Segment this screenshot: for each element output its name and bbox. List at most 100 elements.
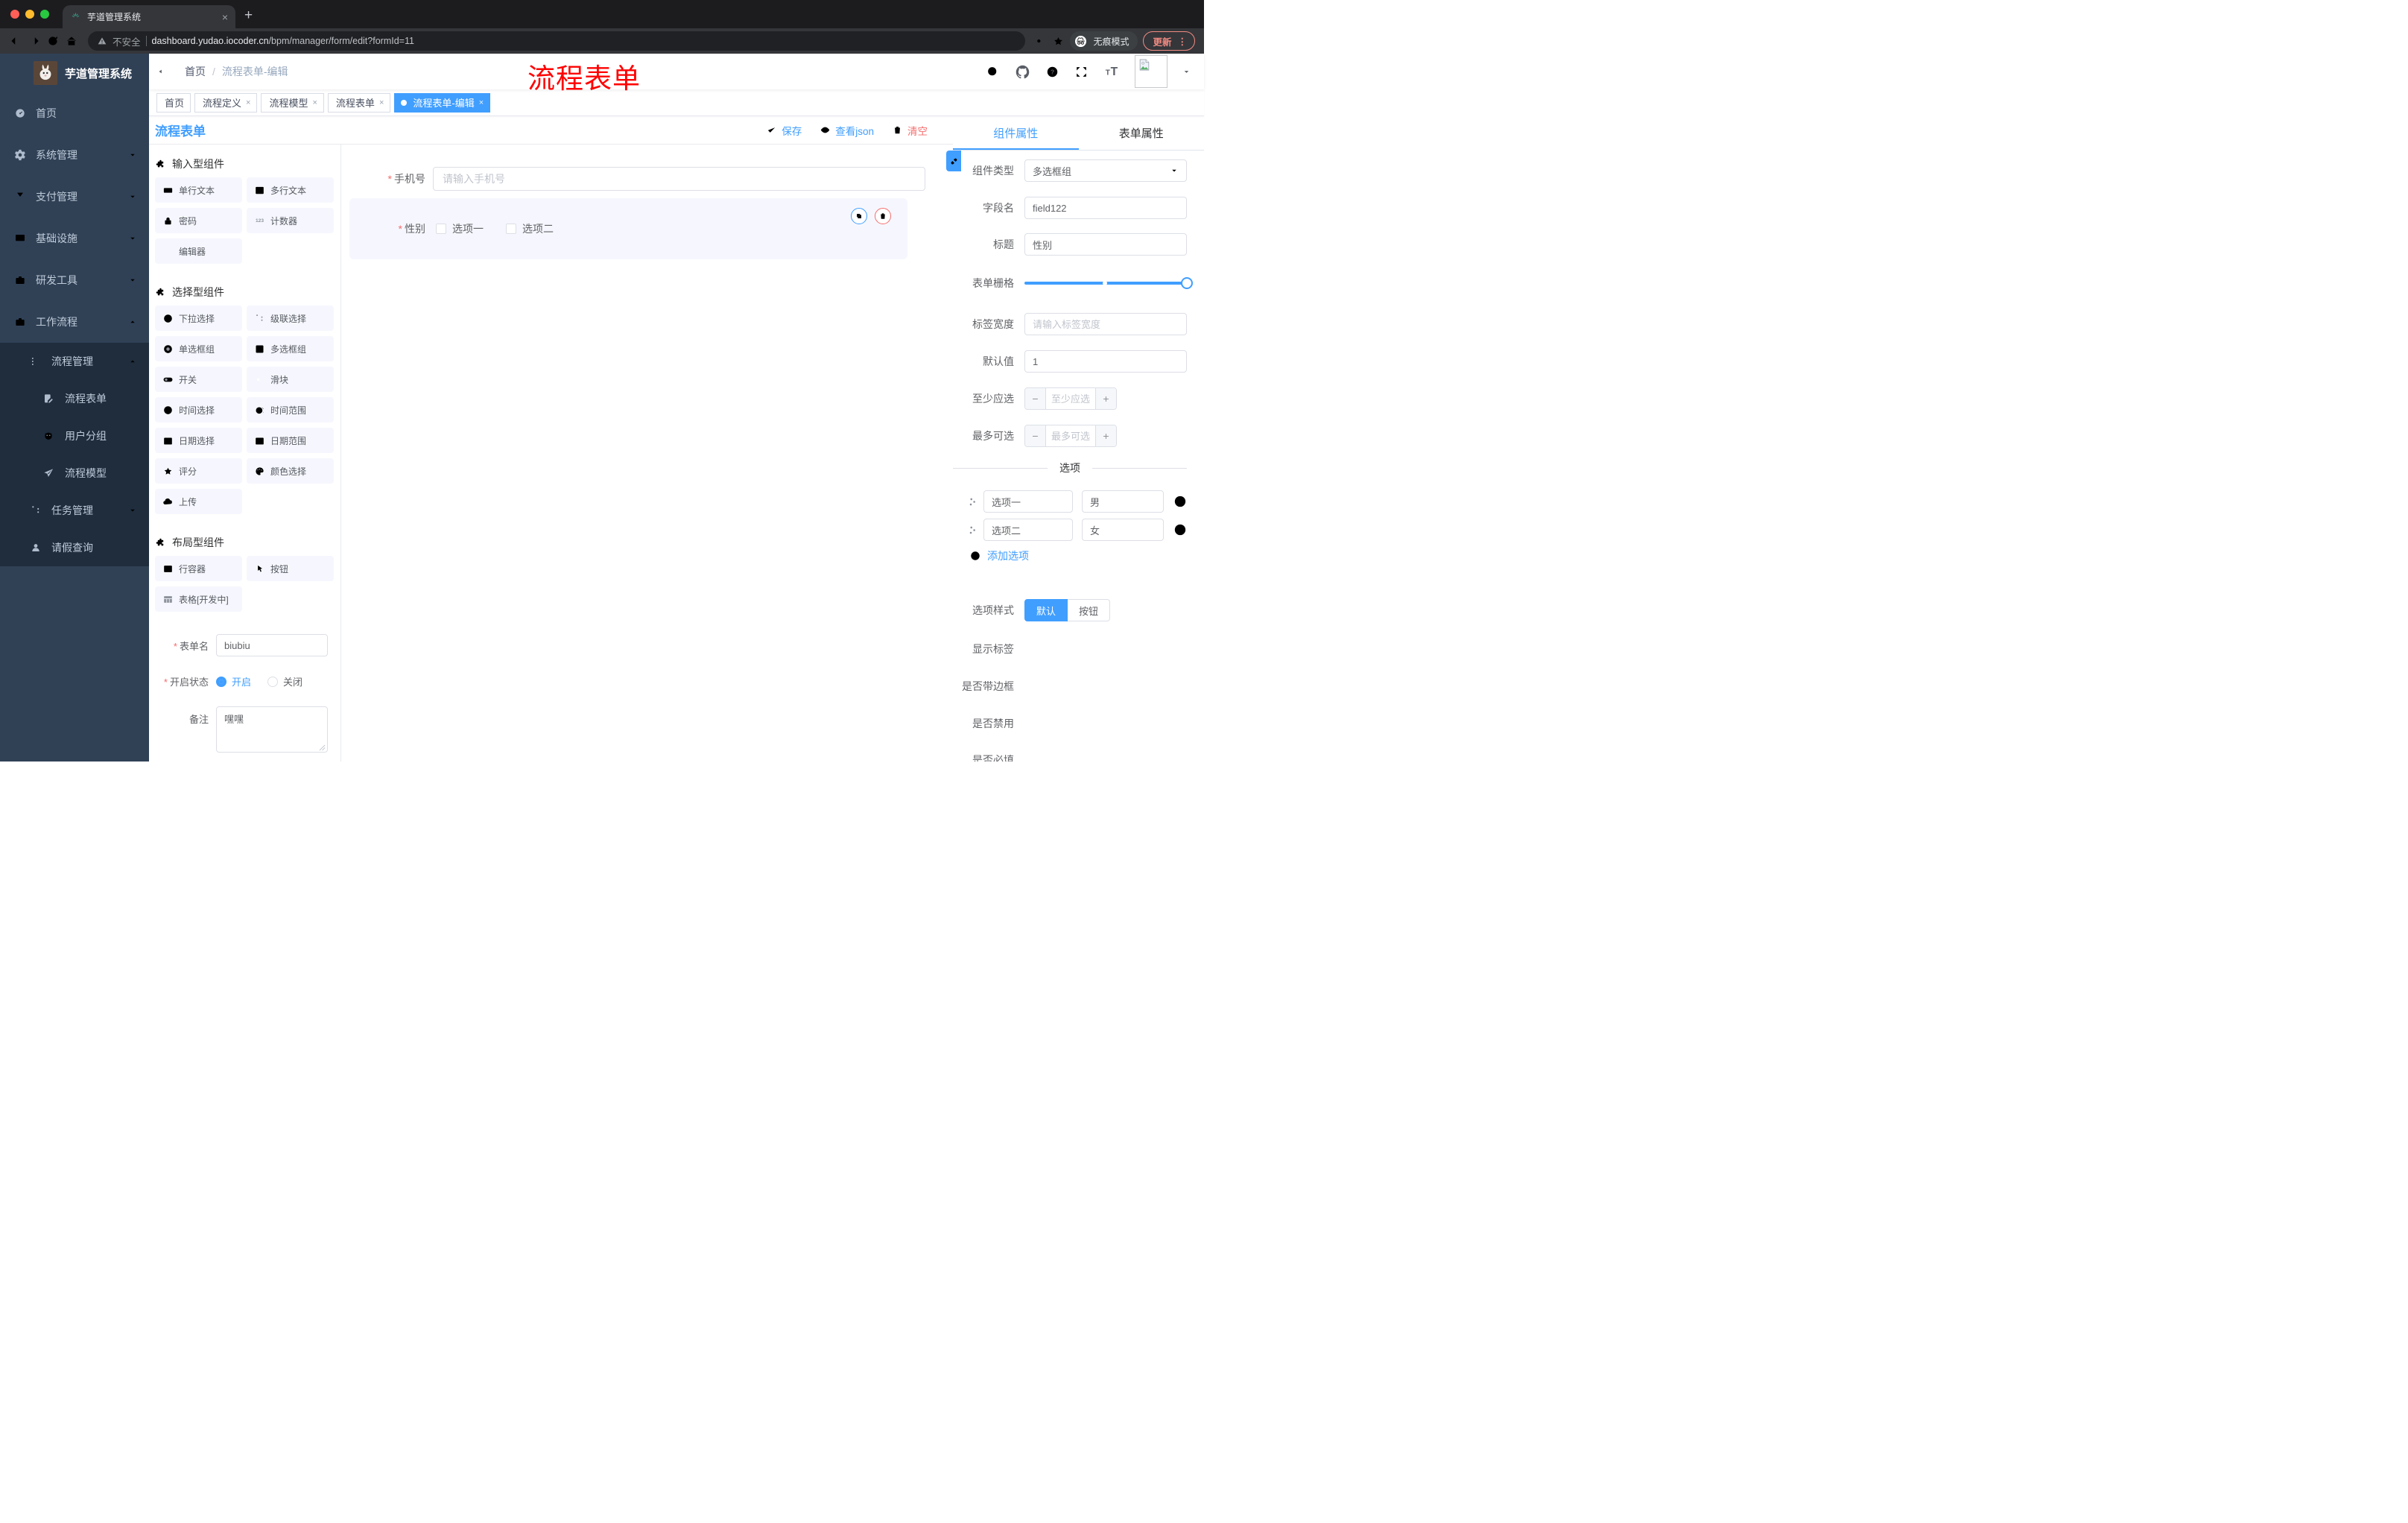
gender-option-2[interactable]: 选项二	[506, 221, 554, 236]
window-minimize-button[interactable]	[25, 10, 34, 19]
sidebar-item-devtools[interactable]: 研发工具	[0, 259, 149, 301]
checkbox-box[interactable]	[436, 224, 446, 234]
stepper-decrease-button[interactable]: −	[1025, 425, 1046, 446]
title-input[interactable]	[1024, 233, 1187, 256]
remove-option-icon[interactable]	[1173, 522, 1188, 537]
sidebar-item-payment[interactable]: 支付管理	[0, 176, 149, 218]
status-radio-open[interactable]: 开启	[216, 674, 251, 688]
component-item-multi-text[interactable]: 多行文本	[247, 177, 334, 203]
form-canvas[interactable]: *手机号 *性别 选项一 选项二	[341, 145, 953, 762]
sidebar-item-system[interactable]: 系统管理	[0, 134, 149, 176]
window-zoom-button[interactable]	[40, 10, 49, 19]
tag-home[interactable]: 首页	[156, 92, 191, 113]
tag-process-model[interactable]: 流程模型 ×	[261, 92, 324, 113]
tab-form-props[interactable]: 表单属性	[1079, 116, 1205, 150]
collapse-sidebar-icon[interactable]	[156, 64, 171, 79]
sidebar-item-workflow[interactable]: 工作流程	[0, 301, 149, 343]
tag-process-form[interactable]: 流程表单 ×	[327, 92, 391, 113]
option-2-label-input[interactable]	[983, 519, 1073, 541]
option-2-value-input[interactable]	[1082, 519, 1164, 541]
breadcrumb-home[interactable]: 首页	[185, 64, 206, 79]
github-icon[interactable]	[1015, 64, 1030, 80]
tab-component-props[interactable]: 组件属性	[953, 116, 1079, 150]
tag-process-definition[interactable]: 流程定义 ×	[194, 92, 258, 113]
stepper-decrease-button[interactable]: −	[1025, 388, 1046, 409]
save-button[interactable]: 保存	[766, 123, 802, 138]
help-icon[interactable]	[1045, 65, 1059, 79]
sidebar-item-home[interactable]: 首页	[0, 92, 149, 134]
option-1-value-input[interactable]	[1082, 490, 1164, 513]
tag-close-icon[interactable]: ×	[312, 98, 317, 107]
slider-track[interactable]	[1024, 277, 1193, 289]
component-item-button[interactable]: 按钮	[247, 556, 334, 581]
address-bar[interactable]: 不安全 dashboard.yudao.iocoder.cn/bpm/manag…	[88, 31, 1026, 51]
stepper-increase-button[interactable]: +	[1095, 388, 1116, 409]
tag-close-icon[interactable]: ×	[246, 98, 250, 107]
sidebar-item-user-group[interactable]: 用户分组	[0, 417, 149, 455]
forward-icon[interactable]	[28, 34, 41, 48]
min-select-input[interactable]	[1046, 388, 1095, 409]
default-value-input[interactable]	[1024, 350, 1187, 373]
sidebar-item-process-manage[interactable]: 流程管理	[0, 343, 149, 380]
clear-button[interactable]: 清空	[892, 123, 928, 138]
style-button-button[interactable]: 按钮	[1068, 599, 1111, 621]
canvas-field-phone[interactable]: * 手机号	[341, 167, 925, 191]
status-radio-closed[interactable]: 关闭	[267, 674, 302, 688]
avatar-caret-down-icon[interactable]	[1182, 68, 1191, 76]
sidebar-item-process-form[interactable]: 流程表单	[0, 380, 149, 417]
slider-handle[interactable]	[1181, 277, 1193, 289]
browser-menu-dots-icon[interactable]: ⋮	[1178, 36, 1188, 47]
component-item-switch[interactable]: 开关	[155, 367, 242, 392]
gender-option-1[interactable]: 选项一	[436, 221, 484, 236]
avatar[interactable]	[1135, 55, 1167, 88]
reload-icon[interactable]	[46, 34, 60, 48]
component-item-date-picker[interactable]: 日期选择	[155, 428, 242, 453]
password-key-icon[interactable]	[1035, 35, 1047, 47]
sidebar-item-task-manage[interactable]: 任务管理	[0, 492, 149, 529]
fullscreen-icon[interactable]	[1074, 65, 1089, 79]
tag-close-icon[interactable]: ×	[379, 98, 384, 107]
home-icon[interactable]	[65, 34, 78, 48]
component-item-cascader[interactable]: 级联选择	[247, 305, 334, 331]
component-item-select[interactable]: 下拉选择	[155, 305, 242, 331]
style-default-button[interactable]: 默认	[1024, 599, 1068, 621]
component-item-time-picker[interactable]: 时间选择	[155, 397, 242, 422]
checkbox-box[interactable]	[506, 224, 516, 234]
back-icon[interactable]	[9, 34, 22, 48]
tag-process-form-edit[interactable]: 流程表单-编辑 ×	[394, 92, 491, 113]
component-item-date-range[interactable]: 日期范围	[247, 428, 334, 453]
update-browser-button[interactable]: 更新 ⋮	[1143, 31, 1195, 51]
form-name-input[interactable]	[216, 634, 328, 656]
field-link-toggle[interactable]	[946, 151, 961, 171]
bookmark-star-icon[interactable]	[1052, 35, 1065, 48]
sidebar-item-leave-query[interactable]: 请假查询	[0, 529, 149, 566]
component-item-time-range[interactable]: 时间范围	[247, 397, 334, 422]
view-json-button[interactable]: 查看json	[820, 123, 874, 138]
browser-tab[interactable]: 芋道管理系统 ×	[63, 5, 235, 28]
component-item-color-picker[interactable]: 颜色选择	[247, 458, 334, 484]
tab-close-icon[interactable]: ×	[222, 11, 228, 23]
max-select-input[interactable]	[1046, 425, 1095, 446]
drag-handle-icon[interactable]	[966, 524, 979, 536]
component-item-slider[interactable]: 滑块	[247, 367, 334, 392]
component-item-single-text[interactable]: 单行文本	[155, 177, 242, 203]
component-item-upload[interactable]: 上传	[155, 489, 242, 514]
component-item-rate[interactable]: 评分	[155, 458, 242, 484]
sidebar-item-process-model[interactable]: 流程模型	[0, 455, 149, 492]
option-1-label-input[interactable]	[983, 490, 1073, 513]
phone-field-input[interactable]	[433, 167, 925, 191]
sidebar-item-infra[interactable]: 基础设施	[0, 218, 149, 259]
not-secure-label[interactable]: 不安全	[113, 34, 141, 48]
form-remark-textarea[interactable]: 嘿嘿	[216, 706, 328, 753]
new-tab-button[interactable]: +	[244, 7, 253, 24]
page-url[interactable]: dashboard.yudao.iocoder.cn/bpm/manager/f…	[152, 36, 414, 46]
component-item-table[interactable]: 表格[开发中]	[155, 586, 242, 612]
label-width-input[interactable]	[1024, 313, 1187, 335]
component-item-checkbox-group[interactable]: 多选框组	[247, 336, 334, 361]
canvas-field-gender-selected[interactable]: * 性别 选项一 选项二	[349, 198, 907, 259]
window-close-button[interactable]	[10, 10, 19, 19]
component-item-radio-group[interactable]: 单选框组	[155, 336, 242, 361]
resize-handle-icon[interactable]	[319, 744, 326, 751]
font-size-icon[interactable]	[1103, 63, 1120, 80]
component-item-counter[interactable]: 计数器	[247, 208, 334, 233]
